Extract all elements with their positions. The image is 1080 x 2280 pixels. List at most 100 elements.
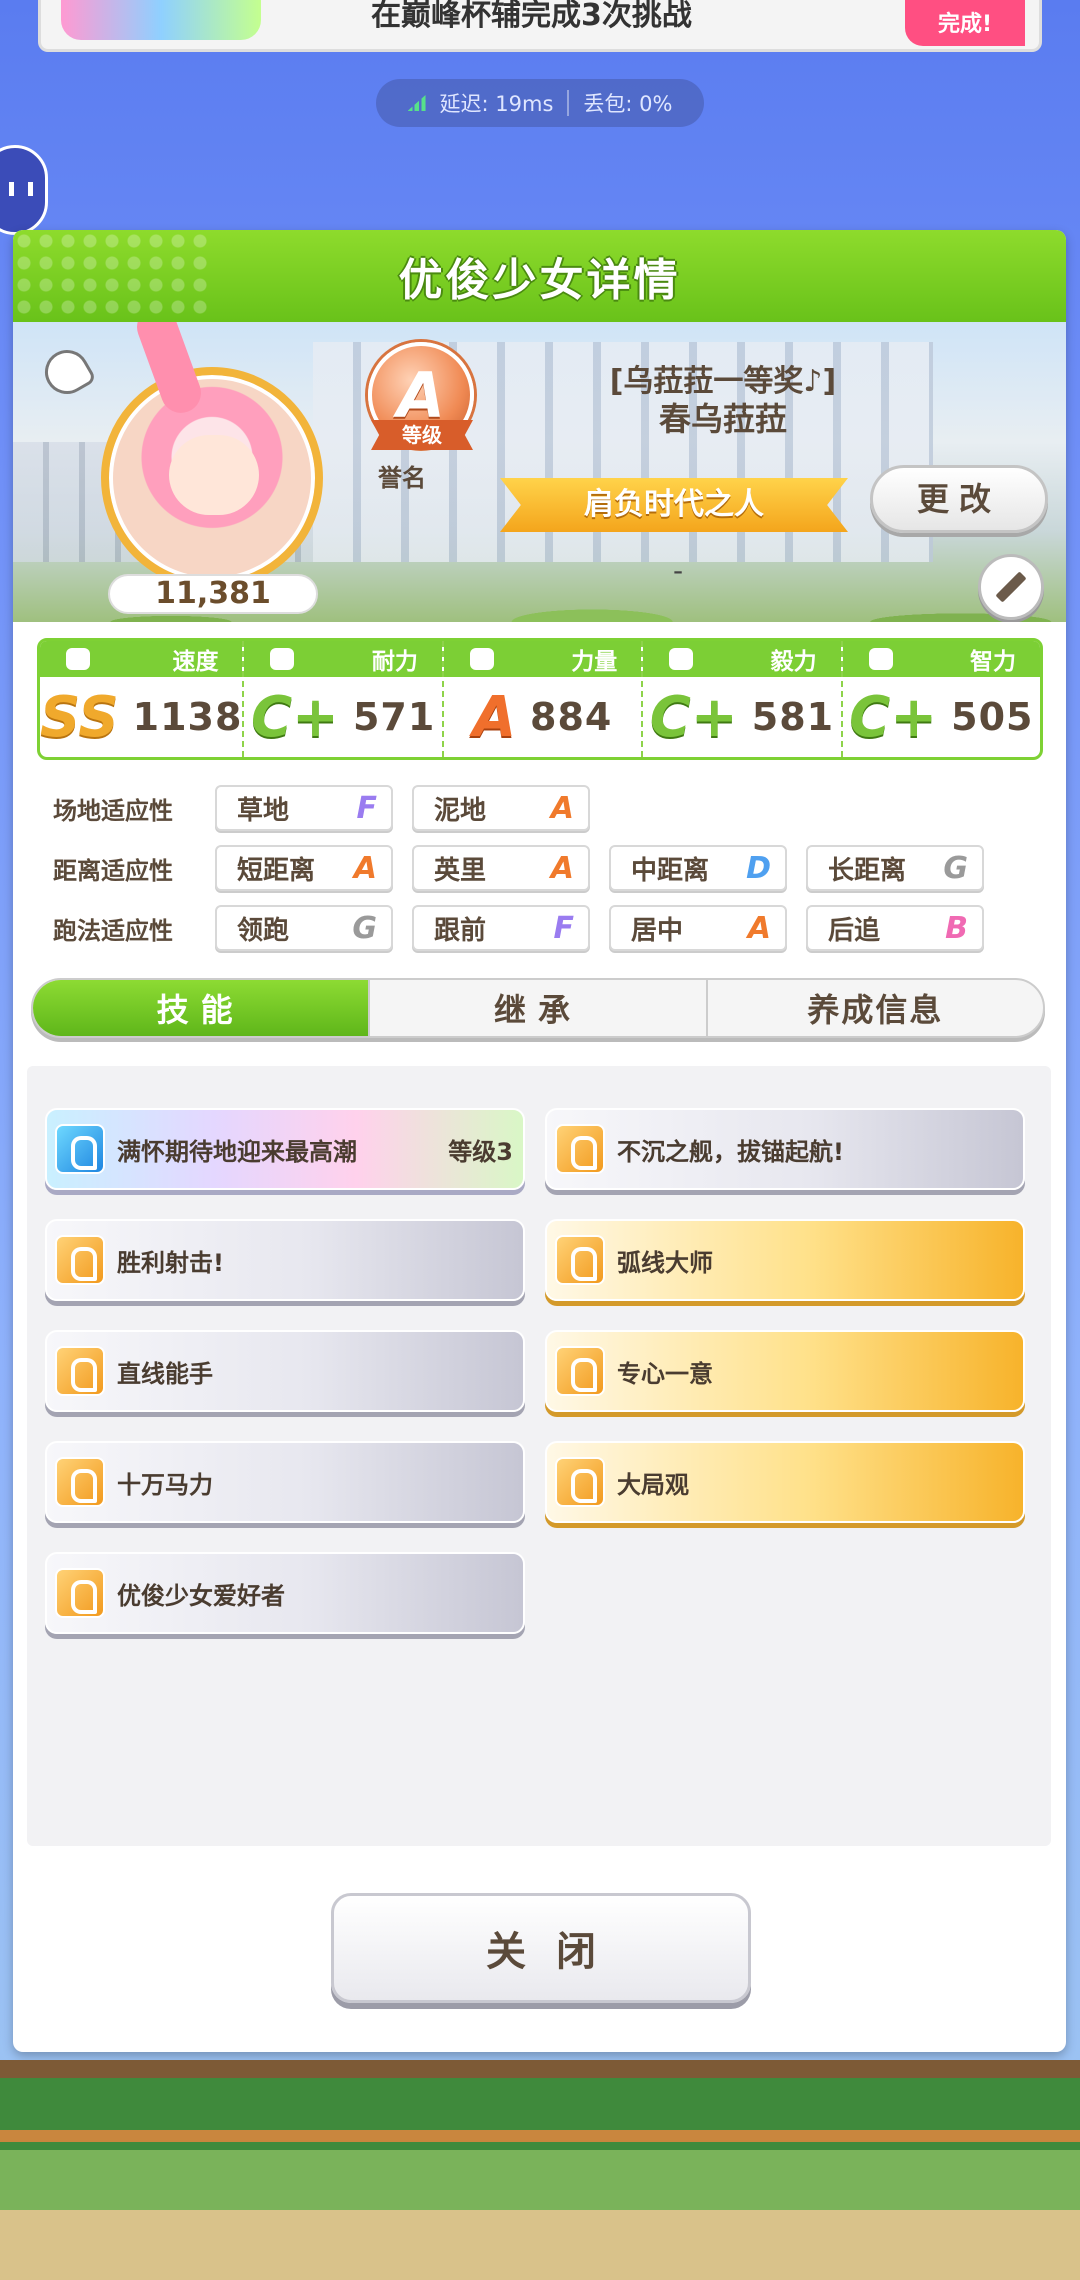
event-banner-text: 在巅峰杯辅完成3次挑战 — [371, 0, 692, 33]
stat-value: 581 — [751, 695, 835, 739]
skill-level: 等级3 — [448, 1137, 513, 1166]
tab-skills[interactable]: 技能 — [33, 980, 371, 1036]
aptitude-chip: 英里 A — [412, 845, 590, 891]
aptitude-grade: G — [943, 850, 968, 886]
close-button[interactable]: 关闭 — [331, 1893, 751, 2003]
stat-label: 耐力 — [371, 649, 418, 675]
character-name: 春乌菈菈 — [658, 400, 787, 438]
background-ground — [0, 2060, 1080, 2280]
skill-name: 胜利射击! — [117, 1248, 224, 1277]
skill-name: 不沉之舰，拔锚起航! — [617, 1137, 844, 1166]
dialog-title: 优俊少女详情 — [398, 255, 681, 306]
runner-icon — [555, 1235, 605, 1285]
runner-icon — [55, 1346, 105, 1396]
aptitude-name: 领跑 — [237, 915, 290, 946]
stat-stamina: 耐力 C+ 571 — [244, 641, 444, 757]
aptitude-name: 居中 — [631, 915, 684, 946]
signal-icon — [407, 95, 426, 111]
change-button[interactable]: 更改 — [870, 465, 1048, 533]
arm-icon — [469, 648, 494, 670]
character-portrait — [101, 367, 323, 589]
skill-card[interactable]: 满怀期待地迎来最高潮 等级3 — [45, 1108, 525, 1190]
aptitude-name: 跟前 — [434, 915, 487, 946]
aptitude-name: 后追 — [828, 915, 881, 946]
aptitude-grade: A — [747, 910, 771, 946]
aptitude-grade: A — [550, 850, 574, 886]
fan-count: 11,381 — [108, 574, 318, 614]
profile-hero: 11,381 A 等级 誉名 [乌菈菈一等奖♪] 春乌菈菈 肩负时代之人 更改 … — [13, 322, 1066, 622]
stat-power: 力量 A 884 — [443, 641, 644, 757]
skill-name: 直线能手 — [117, 1359, 213, 1388]
stat-label: 智力 — [970, 649, 1016, 675]
floating-assistant-button[interactable] — [0, 145, 48, 235]
aptitude-chip: 泥地 A — [412, 785, 590, 831]
stat-label: 力量 — [571, 649, 618, 675]
skill-card[interactable]: 弧线大师 — [545, 1219, 1025, 1301]
skill-name: 大局观 — [617, 1470, 689, 1499]
style-aptitude-row: 跑法适应性 领跑 G 跟前 F 居中 A 后追 B — [53, 904, 1003, 952]
aptitude-chip: 领跑 G — [215, 905, 393, 951]
distance-aptitude-row: 距离适应性 短距离 A 英里 A 中距离 D 长距离 G — [53, 844, 1003, 892]
aptitude-grade: A — [550, 790, 574, 826]
skill-card[interactable]: 优俊少女爱好者 — [45, 1552, 525, 1634]
heart-icon — [270, 648, 295, 670]
epithet-banner: 肩负时代之人 — [500, 478, 848, 532]
pencil-icon — [995, 571, 1027, 603]
skill-card[interactable]: 不沉之舰，拔锚起航! — [545, 1108, 1025, 1190]
event-logo — [61, 0, 261, 40]
stat-grade: A — [472, 684, 517, 750]
aptitude-name: 泥地 — [434, 795, 487, 826]
aptitude-chip: 后追 B — [806, 905, 984, 951]
aptitude-name: 短距离 — [237, 855, 316, 886]
sparkle-icon — [55, 1124, 105, 1174]
aptitude-name: 中距离 — [631, 855, 710, 886]
aptitude-chip: 中距离 D — [609, 845, 787, 891]
flame-icon — [669, 648, 694, 670]
aptitude-label: 场地适应性 — [53, 796, 173, 825]
skill-name: 专心一意 — [617, 1359, 713, 1388]
aptitude-label: 跑法适应性 — [53, 916, 173, 945]
skill-card[interactable]: 胜利射击! — [45, 1219, 525, 1301]
skills-panel: 满怀期待地迎来最高潮 等级3 不沉之舰，拔锚起航! 胜利射击! 弧线大师 直线能… — [27, 1066, 1051, 1846]
network-status-bar: 延迟: 19ms 丢包: 0% — [376, 79, 704, 127]
runner-icon — [55, 1568, 105, 1618]
skill-card[interactable]: 大局观 — [545, 1441, 1025, 1523]
aptitude-name: 草地 — [237, 795, 290, 826]
tab-inheritance[interactable]: 继承 — [370, 980, 708, 1036]
umamusume-detail-dialog: 优俊少女详情 11,381 A 等级 誉名 [乌菈菈一等奖♪] 春乌菈菈 肩负时… — [13, 230, 1066, 2052]
stat-value: 884 — [530, 695, 613, 739]
aptitude-grade: F — [553, 910, 575, 946]
aptitude-chip: 短距离 A — [215, 845, 393, 891]
aptitude-chip: 草地 F — [215, 785, 393, 831]
aptitude-chip: 长距离 G — [806, 845, 984, 891]
aptitude-label: 距离适应性 — [53, 856, 173, 885]
stat-guts: 毅力 C+ 581 — [643, 641, 843, 757]
shoe-stat-icon — [66, 648, 90, 670]
skill-name: 十万马力 — [117, 1470, 213, 1499]
top-event-banner[interactable]: 在巅峰杯辅完成3次挑战 完成! — [38, 0, 1042, 52]
skill-card[interactable]: 直线能手 — [45, 1330, 525, 1412]
stat-wisdom: 智力 C+ 505 — [842, 641, 1040, 757]
edit-button[interactable] — [978, 554, 1044, 620]
stat-grade: C+ — [649, 684, 738, 750]
fame-label: 誉名 — [378, 464, 426, 492]
focus-icon — [555, 1346, 605, 1396]
secondary-title: - — [673, 554, 684, 587]
shoe-icon[interactable] — [36, 341, 98, 403]
aptitude-grade: B — [945, 910, 968, 946]
stat-grade: SS — [40, 684, 119, 750]
aptitude-name: 长距离 — [828, 855, 907, 886]
stat-value: 1138 — [132, 695, 243, 739]
aptitude-chip: 居中 A — [609, 905, 787, 951]
tab-training-info[interactable]: 养成信息 — [708, 980, 1043, 1036]
aptitude-chip: 跟前 F — [412, 905, 590, 951]
divider — [567, 90, 570, 116]
runner-icon — [55, 1235, 105, 1285]
aptitude-grade: G — [352, 910, 377, 946]
stat-grade: C+ — [849, 684, 938, 750]
skill-card[interactable]: 专心一意 — [545, 1330, 1025, 1412]
track-aptitude-row: 场地适应性 草地 F 泥地 A — [53, 784, 609, 832]
skill-card[interactable]: 十万马力 — [45, 1441, 525, 1523]
rank-ribbon: 等级 — [371, 420, 473, 450]
stat-grade: C+ — [250, 684, 339, 750]
